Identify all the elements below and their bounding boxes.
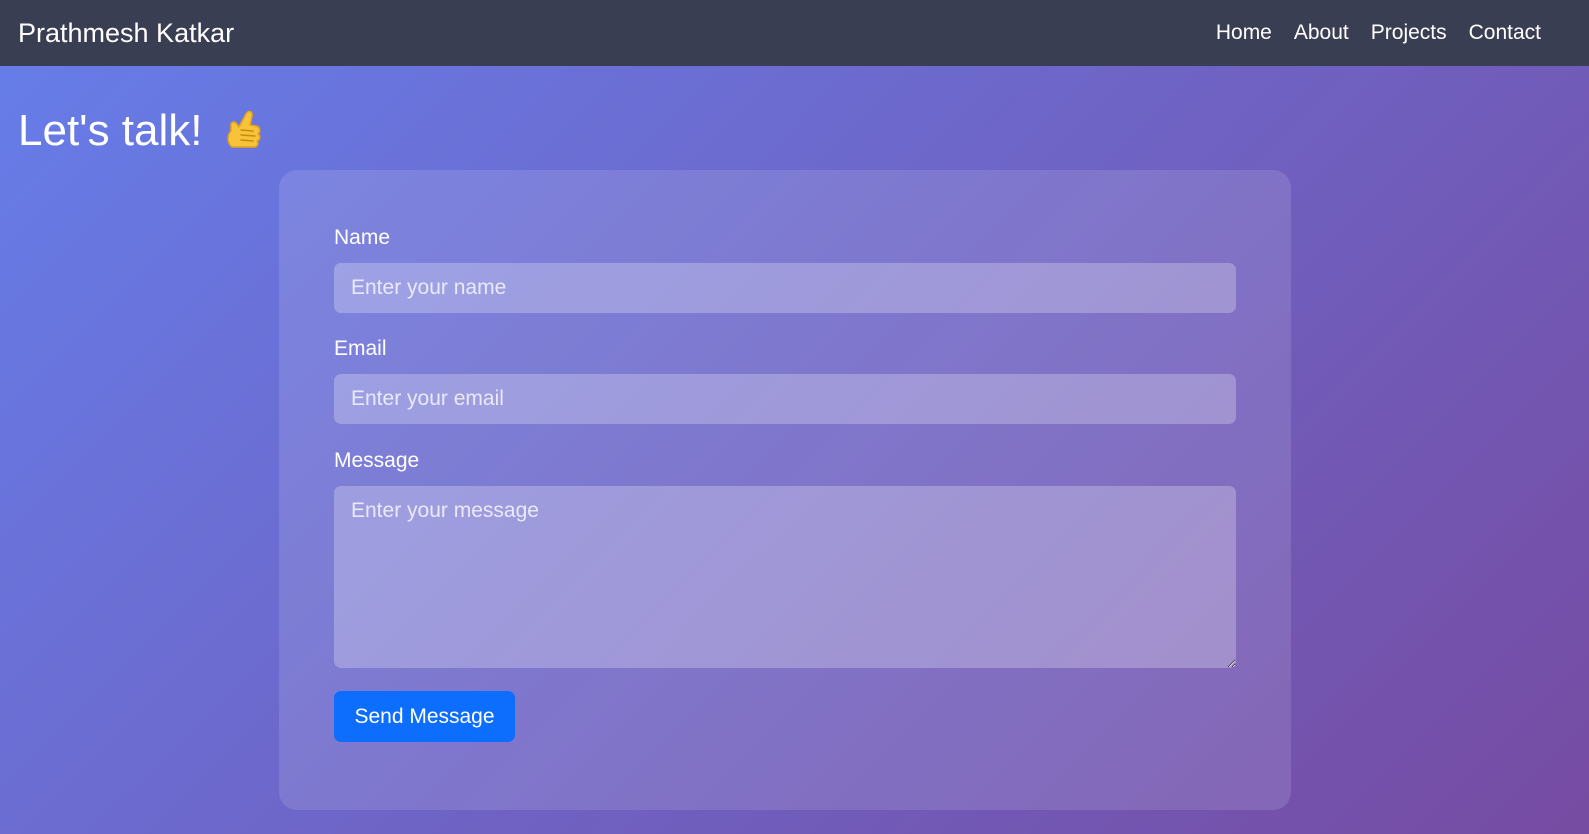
brand-link[interactable]: Prathmesh Katkar [18,18,234,49]
nav-links: Home About Projects Contact [1216,21,1541,45]
message-textarea[interactable] [334,486,1236,668]
message-group: Message [334,449,1236,668]
nav-link-home[interactable]: Home [1216,21,1272,45]
nav-link-projects[interactable]: Projects [1371,21,1447,45]
send-message-button[interactable]: Send Message [334,691,515,742]
name-input[interactable] [334,263,1236,313]
message-label: Message [334,449,420,472]
contact-form: Name Email Message Send Message [279,170,1291,810]
email-input[interactable] [334,374,1236,424]
name-group: Name [334,226,1236,313]
nav-link-contact[interactable]: Contact [1469,21,1541,45]
email-group: Email [334,337,1236,424]
email-label: Email [334,337,387,360]
call-me-hand-icon [219,107,267,155]
page-title: Let's talk! [18,106,267,156]
navbar: Prathmesh Katkar Home About Projects Con… [0,0,1589,66]
name-label: Name [334,226,391,249]
page-title-text: Let's talk! [18,106,203,155]
nav-link-about[interactable]: About [1294,21,1349,45]
